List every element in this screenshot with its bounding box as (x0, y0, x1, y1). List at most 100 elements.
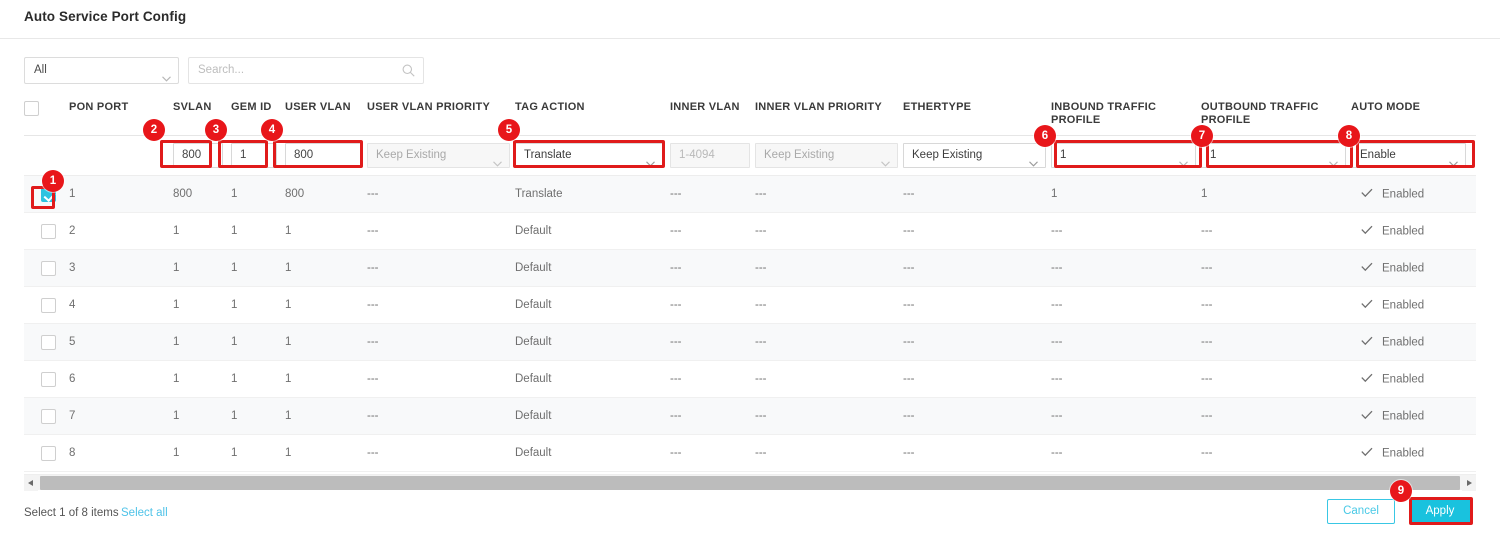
table-row[interactable]: 2111---Default---------------Enabled (24, 213, 1476, 250)
check-icon (1361, 336, 1373, 349)
row-checkbox-cell[interactable] (24, 176, 69, 213)
select-all-header (24, 95, 69, 136)
table-row[interactable]: 18001800---Translate---------11Enabled (24, 176, 1476, 213)
outbound-traffic-profile-select[interactable]: 1 (1201, 143, 1346, 168)
select-all-checkbox[interactable] (24, 101, 39, 116)
header-label: TAG ACTION (515, 101, 670, 114)
gem-id-input-value: 1 (240, 149, 246, 161)
cell-ethertype: --- (903, 250, 1051, 287)
cell-svlan: 800 (173, 176, 231, 213)
cell-pon-port: 2 (69, 213, 173, 250)
cell-outbound-traffic-profile: --- (1201, 361, 1351, 398)
editor-cell-tag-action: Translate (515, 136, 670, 176)
cell-user-vlan: 1 (285, 361, 367, 398)
row-checkbox[interactable] (41, 187, 56, 202)
scroll-left-arrow-icon[interactable] (24, 475, 38, 491)
ethertype-select[interactable]: Keep Existing (903, 143, 1046, 168)
cell-inner-vlan-priority: --- (755, 250, 903, 287)
row-checkbox-cell[interactable] (24, 398, 69, 435)
row-checkbox[interactable] (41, 409, 56, 424)
table-row[interactable]: 6111---Default---------------Enabled (24, 361, 1476, 398)
cell-user-vlan: 800 (285, 176, 367, 213)
auto-mode-select[interactable]: Enable (1351, 143, 1466, 168)
editor-cell-inbound-traffic-profile: 1 (1051, 136, 1201, 176)
table-row[interactable]: 3111---Default---------------Enabled (24, 250, 1476, 287)
cell-tag-action: Translate (515, 176, 670, 213)
cell-tag-action: Default (515, 213, 670, 250)
cell-ethertype: --- (903, 287, 1051, 324)
svlan-input[interactable]: 800 (173, 143, 223, 168)
search-input[interactable]: Search... (188, 57, 424, 84)
row-checkbox-cell[interactable] (24, 250, 69, 287)
row-checkbox-cell[interactable] (24, 213, 69, 250)
cell-inbound-traffic-profile: 1 (1051, 176, 1201, 213)
table-row[interactable]: 4111---Default---------------Enabled (24, 287, 1476, 324)
row-checkbox-cell[interactable] (24, 324, 69, 361)
cell-inbound-traffic-profile: --- (1051, 435, 1201, 472)
table-row[interactable]: 8111---Default---------------Enabled (24, 435, 1476, 472)
inner-vlan-input[interactable]: 1-4094 (670, 143, 750, 168)
cell-user-vlan-priority: --- (367, 213, 515, 250)
row-checkbox[interactable] (41, 335, 56, 350)
user-vlan-input[interactable]: 800 (285, 143, 361, 168)
row-checkbox-cell[interactable] (24, 287, 69, 324)
cell-user-vlan: 1 (285, 324, 367, 361)
outbound-traffic-profile-value: 1 (1210, 149, 1216, 161)
row-checkbox-cell[interactable] (24, 435, 69, 472)
row-checkbox[interactable] (41, 372, 56, 387)
cancel-button[interactable]: Cancel (1327, 499, 1395, 524)
row-checkbox[interactable] (41, 446, 56, 461)
cell-inner-vlan: --- (670, 435, 755, 472)
editor-cell-user-vlan-priority: Keep Existing (367, 136, 515, 176)
scroll-right-arrow-icon[interactable] (1462, 475, 1476, 491)
scrollbar-thumb[interactable] (40, 476, 1460, 490)
cell-inner-vlan: --- (670, 398, 755, 435)
check-icon (1361, 373, 1373, 386)
cell-outbound-traffic-profile: 1 (1201, 176, 1351, 213)
horizontal-scrollbar[interactable] (24, 474, 1476, 490)
tag-action-select[interactable]: Translate (515, 143, 663, 168)
row-checkbox[interactable] (41, 261, 56, 276)
column-header-user-vlan-priority: USER VLAN PRIORITY (367, 95, 515, 136)
cell-inner-vlan-priority: --- (755, 435, 903, 472)
cell-ethertype: --- (903, 435, 1051, 472)
cell-inbound-traffic-profile: --- (1051, 250, 1201, 287)
table-row[interactable]: 5111---Default---------------Enabled (24, 324, 1476, 361)
apply-button[interactable]: Apply (1409, 499, 1471, 524)
cell-auto-mode: Enabled (1351, 213, 1476, 250)
cell-gem-id: 1 (231, 250, 285, 287)
editor-cell-user-vlan: 800 (285, 136, 367, 176)
check-icon (1361, 188, 1373, 201)
inbound-traffic-profile-select[interactable]: 1 (1051, 143, 1196, 168)
table-row[interactable]: 7111---Default---------------Enabled (24, 398, 1476, 435)
editor-cell-ethertype: Keep Existing (903, 136, 1051, 176)
auto-mode-label: Enabled (1382, 225, 1424, 237)
row-checkbox[interactable] (41, 298, 56, 313)
editor-cell-svlan: 800 (173, 136, 231, 176)
cell-user-vlan-priority: --- (367, 176, 515, 213)
cell-inner-vlan: --- (670, 176, 755, 213)
inbound-traffic-profile-value: 1 (1060, 149, 1066, 161)
header-label: AUTO MODE (1351, 101, 1476, 114)
cell-auto-mode: Enabled (1351, 250, 1476, 287)
column-header-tag-action: TAG ACTION (515, 95, 670, 136)
row-checkbox-cell[interactable] (24, 361, 69, 398)
auto-mode-label: Enabled (1382, 299, 1424, 311)
chevron-down-icon (493, 153, 502, 168)
auto-mode-label: Enabled (1382, 447, 1424, 459)
gem-id-input[interactable]: 1 (231, 143, 277, 168)
inner-vlan-priority-value: Keep Existing (764, 149, 834, 161)
filter-select[interactable]: All (24, 57, 179, 84)
inner-vlan-priority-select[interactable]: Keep Existing (755, 143, 898, 168)
cell-pon-port: 4 (69, 287, 173, 324)
cell-auto-mode: Enabled (1351, 176, 1476, 213)
header-label: SVLAN (173, 101, 231, 114)
row-checkbox[interactable] (41, 224, 56, 239)
cell-gem-id: 1 (231, 361, 285, 398)
column-header-inner-vlan-priority: INNER VLAN PRIORITY (755, 95, 903, 136)
header-label: USER VLAN PRIORITY (367, 101, 515, 114)
auto-mode-label: Enabled (1382, 262, 1424, 274)
cell-svlan: 1 (173, 324, 231, 361)
user-vlan-priority-select[interactable]: Keep Existing (367, 143, 510, 168)
tag-action-value: Translate (524, 149, 572, 161)
